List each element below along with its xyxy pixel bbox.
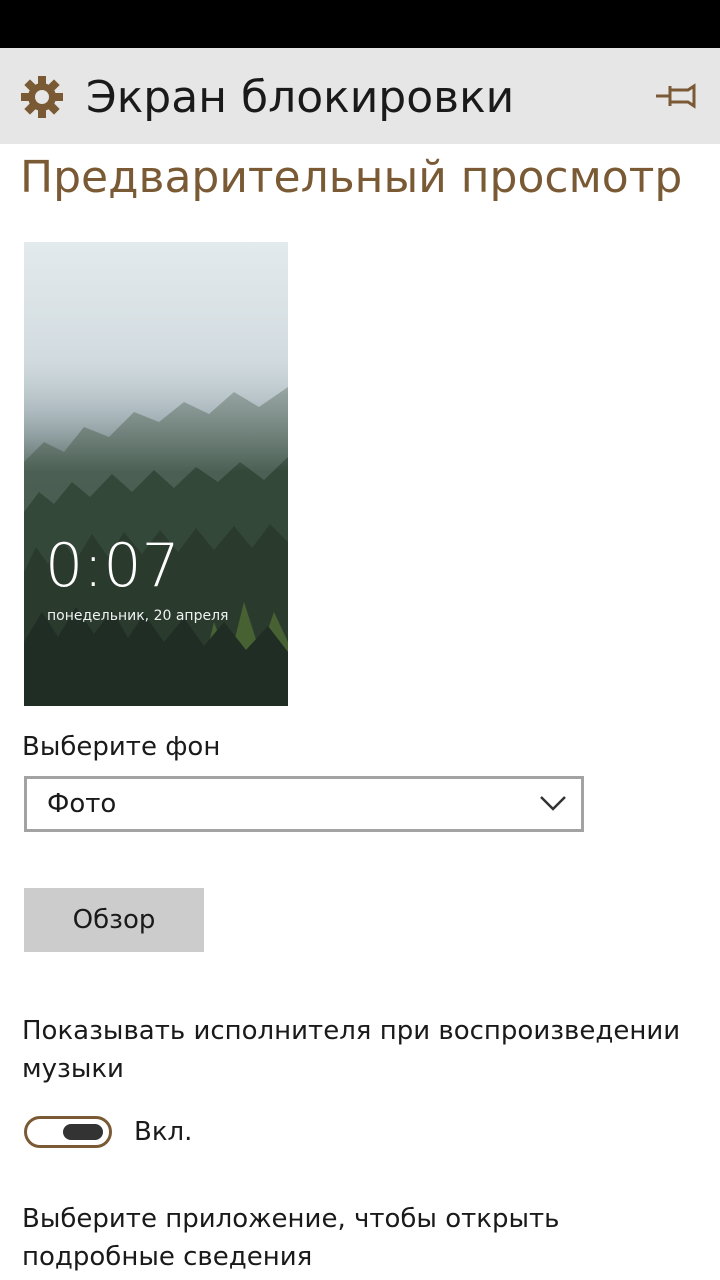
preview-date: понедельник, 20 апреля (47, 608, 229, 624)
page-title: Экран блокировки (86, 72, 515, 123)
music-artist-label: Показывать исполнителя при воспроизведен… (22, 1016, 681, 1084)
forest-background-image (24, 242, 288, 706)
chevron-down-icon (540, 796, 566, 811)
toggle-state-label: Вкл. (134, 1117, 193, 1147)
toggle-knob (63, 1124, 103, 1140)
app-select-label: Выберите приложение, чтобы открыть подро… (22, 1204, 560, 1272)
lock-screen-preview: 0:07 понедельник, 20 апреля (24, 242, 288, 706)
app-header: Экран блокировки (0, 48, 720, 144)
preview-section-title: Предварительный просмотр (20, 152, 683, 203)
pin-icon[interactable] (654, 80, 698, 112)
preview-clock: 0:07 (45, 531, 180, 601)
browse-button[interactable]: Обзор (24, 888, 204, 952)
background-label: Выберите фон (22, 732, 221, 762)
gear-icon (21, 76, 63, 118)
background-dropdown-value: Фото (47, 789, 117, 819)
background-dropdown[interactable]: Фото (24, 776, 584, 832)
status-bar (0, 0, 720, 48)
music-artist-toggle[interactable] (24, 1116, 112, 1148)
